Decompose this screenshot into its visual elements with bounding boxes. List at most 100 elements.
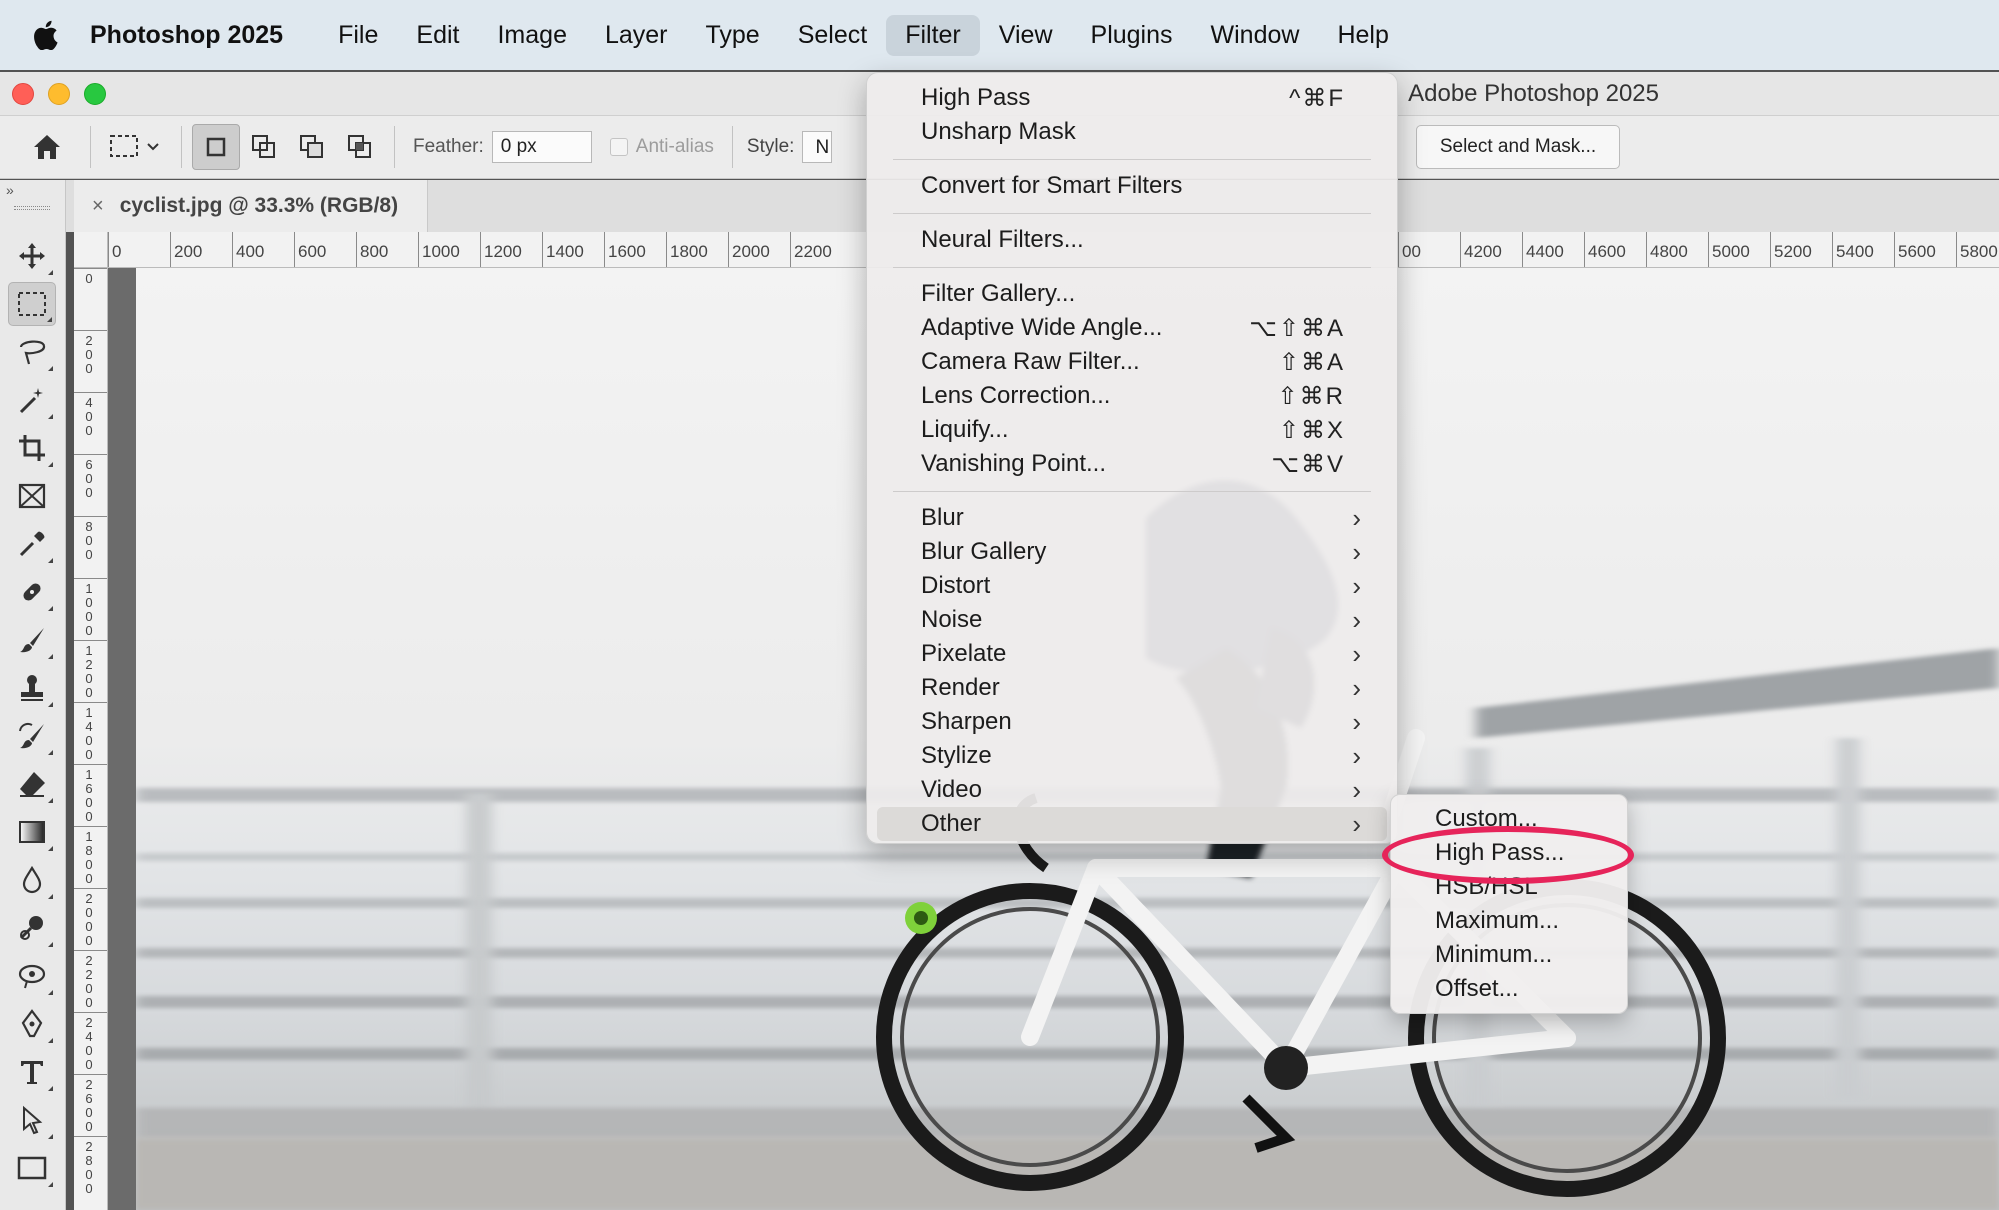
style-select[interactable]: N bbox=[802, 131, 833, 163]
brush-tool-icon[interactable] bbox=[8, 618, 56, 662]
app-name[interactable]: Photoshop 2025 bbox=[90, 21, 283, 50]
menu-item-high-pass-last[interactable]: High Pass ^⌘F bbox=[877, 81, 1387, 115]
menu-item-adaptive-wide-angle[interactable]: Adaptive Wide Angle... ⌥⇧⌘A bbox=[877, 311, 1387, 345]
menu-item-other[interactable]: Other › bbox=[877, 807, 1387, 841]
ruler-tick-label: 800 bbox=[360, 242, 389, 261]
apple-logo-icon[interactable] bbox=[28, 18, 62, 52]
menu-item-noise[interactable]: Noise › bbox=[877, 603, 1387, 637]
add-to-selection-icon[interactable] bbox=[240, 124, 288, 170]
menu-item-render[interactable]: Render › bbox=[877, 671, 1387, 705]
submenu-item-offset[interactable]: Offset... bbox=[1435, 973, 1519, 1005]
menu-item-label: Adaptive Wide Angle... bbox=[921, 314, 1163, 341]
menu-image[interactable]: Image bbox=[478, 15, 585, 56]
clone-stamp-tool-icon[interactable] bbox=[8, 666, 56, 710]
document-tab-title: cyclist.jpg @ 33.3% (RGB/8) bbox=[119, 194, 399, 217]
ruler-tick-label: 4800 bbox=[1650, 242, 1688, 261]
close-tab-icon[interactable]: × bbox=[92, 195, 104, 218]
intersect-selection-icon[interactable] bbox=[336, 124, 384, 170]
annotation-highlight-ring bbox=[1382, 826, 1634, 884]
menu-item-neural-filters[interactable]: Neural Filters... bbox=[877, 223, 1387, 257]
menu-item-stylize[interactable]: Stylize › bbox=[877, 739, 1387, 773]
lasso-select-subject-icon[interactable] bbox=[8, 954, 56, 998]
ruler-tick bbox=[74, 1012, 107, 1013]
type-tool-icon[interactable] bbox=[8, 1050, 56, 1094]
document-tab[interactable]: × cyclist.jpg @ 33.3% (RGB/8) bbox=[74, 180, 428, 232]
menu-item-unsharp-mask[interactable]: Unsharp Mask bbox=[877, 115, 1387, 149]
feather-input[interactable] bbox=[491, 131, 592, 163]
submenu-item-maximum[interactable]: Maximum... bbox=[1435, 905, 1559, 937]
menu-help[interactable]: Help bbox=[1318, 15, 1407, 56]
menu-item-label: Lens Correction... bbox=[921, 382, 1111, 409]
menu-item-label: Render bbox=[921, 674, 1000, 701]
new-selection-icon[interactable] bbox=[192, 124, 240, 170]
ruler-tick bbox=[232, 232, 233, 267]
menu-item-sharpen[interactable]: Sharpen › bbox=[877, 705, 1387, 739]
menu-item-camera-raw-filter[interactable]: Camera Raw Filter... ⇧⌘A bbox=[877, 345, 1387, 379]
menu-item-vanishing-point[interactable]: Vanishing Point... ⌥⌘V bbox=[877, 447, 1387, 481]
shortcut-label: ^⌘F bbox=[1289, 84, 1345, 112]
pen-tool-icon[interactable] bbox=[8, 1002, 56, 1046]
menu-type[interactable]: Type bbox=[687, 15, 779, 56]
menu-item-liquify[interactable]: Liquify... ⇧⌘X bbox=[877, 413, 1387, 447]
antialias-checkbox[interactable] bbox=[609, 138, 628, 156]
menu-item-lens-correction[interactable]: Lens Correction... ⇧⌘R bbox=[877, 379, 1387, 413]
blur-tool-icon[interactable] bbox=[8, 858, 56, 902]
menu-file[interactable]: File bbox=[319, 15, 397, 56]
ruler-tick bbox=[790, 232, 791, 267]
eraser-tool-icon[interactable] bbox=[8, 762, 56, 806]
ruler-tick bbox=[1770, 232, 1771, 267]
subtract-from-selection-icon[interactable] bbox=[288, 124, 336, 170]
menu-item-pixelate[interactable]: Pixelate › bbox=[877, 637, 1387, 671]
panel-grip[interactable] bbox=[14, 206, 50, 210]
menu-item-filter-gallery[interactable]: Filter Gallery... bbox=[877, 277, 1387, 311]
menu-window[interactable]: Window bbox=[1192, 15, 1319, 56]
healing-brush-tool-icon[interactable] bbox=[8, 570, 56, 614]
style-label: Style: bbox=[746, 136, 795, 157]
eyedropper-tool-icon[interactable] bbox=[8, 522, 56, 566]
marquee-preset-picker[interactable] bbox=[101, 124, 171, 170]
close-window-button[interactable] bbox=[12, 83, 34, 105]
ruler-origin[interactable] bbox=[74, 232, 108, 268]
menu-item-blur[interactable]: Blur › bbox=[877, 501, 1387, 535]
magic-wand-tool-icon[interactable] bbox=[8, 378, 56, 422]
ruler-tick-label: 1200 bbox=[484, 242, 522, 261]
submenu-chevron-icon: › bbox=[1352, 536, 1361, 567]
menu-item-label: Neural Filters... bbox=[921, 226, 1084, 253]
menu-item-label: Stylize bbox=[921, 742, 992, 769]
select-and-mask-button[interactable]: Select and Mask... bbox=[1416, 125, 1620, 169]
menu-item-distort[interactable]: Distort › bbox=[877, 569, 1387, 603]
crop-tool-icon[interactable] bbox=[8, 426, 56, 470]
menu-item-label: Noise bbox=[921, 606, 983, 633]
lasso-tool-icon[interactable] bbox=[8, 330, 56, 374]
ruler-tick-label: 5800 bbox=[1960, 242, 1998, 261]
history-brush-tool-icon[interactable] bbox=[8, 714, 56, 758]
menu-item-label: Convert for Smart Filters bbox=[921, 172, 1183, 199]
submenu-item-minimum[interactable]: Minimum... bbox=[1435, 939, 1552, 971]
ruler-tick bbox=[74, 268, 107, 269]
rectangular-marquee-tool-icon[interactable] bbox=[8, 282, 56, 326]
move-tool-icon[interactable] bbox=[8, 234, 56, 278]
frame-tool-icon[interactable] bbox=[8, 474, 56, 518]
menu-item-convert-smart-filters[interactable]: Convert for Smart Filters bbox=[877, 169, 1387, 203]
menu-select[interactable]: Select bbox=[779, 15, 886, 56]
menu-filter[interactable]: Filter bbox=[886, 14, 980, 56]
dodge-tool-icon[interactable] bbox=[8, 906, 56, 950]
gradient-tool-icon[interactable] bbox=[8, 810, 56, 854]
menu-item-video[interactable]: Video › bbox=[877, 773, 1387, 807]
minimize-window-button[interactable] bbox=[48, 83, 70, 105]
path-selection-tool-icon[interactable] bbox=[8, 1098, 56, 1142]
home-icon[interactable] bbox=[14, 124, 80, 170]
menu-plugins[interactable]: Plugins bbox=[1072, 15, 1192, 56]
menu-item-label: Blur Gallery bbox=[921, 538, 1047, 565]
collapse-panel-icon[interactable]: » bbox=[6, 182, 14, 198]
menu-item-blur-gallery[interactable]: Blur Gallery › bbox=[877, 535, 1387, 569]
menu-edit[interactable]: Edit bbox=[397, 15, 478, 56]
menu-layer[interactable]: Layer bbox=[586, 15, 687, 56]
ruler-tick bbox=[74, 516, 107, 517]
submenu-chevron-icon: › bbox=[1352, 638, 1361, 669]
submenu-chevron-icon: › bbox=[1352, 774, 1361, 805]
vertical-ruler[interactable]: 0 200 400 600 800 1000 1200 1400 1600 1800 2000 220… bbox=[74, 268, 108, 1210]
zoom-window-button[interactable] bbox=[84, 83, 106, 105]
menu-view[interactable]: View bbox=[980, 15, 1072, 56]
rectangle-tool-icon[interactable] bbox=[8, 1146, 56, 1190]
